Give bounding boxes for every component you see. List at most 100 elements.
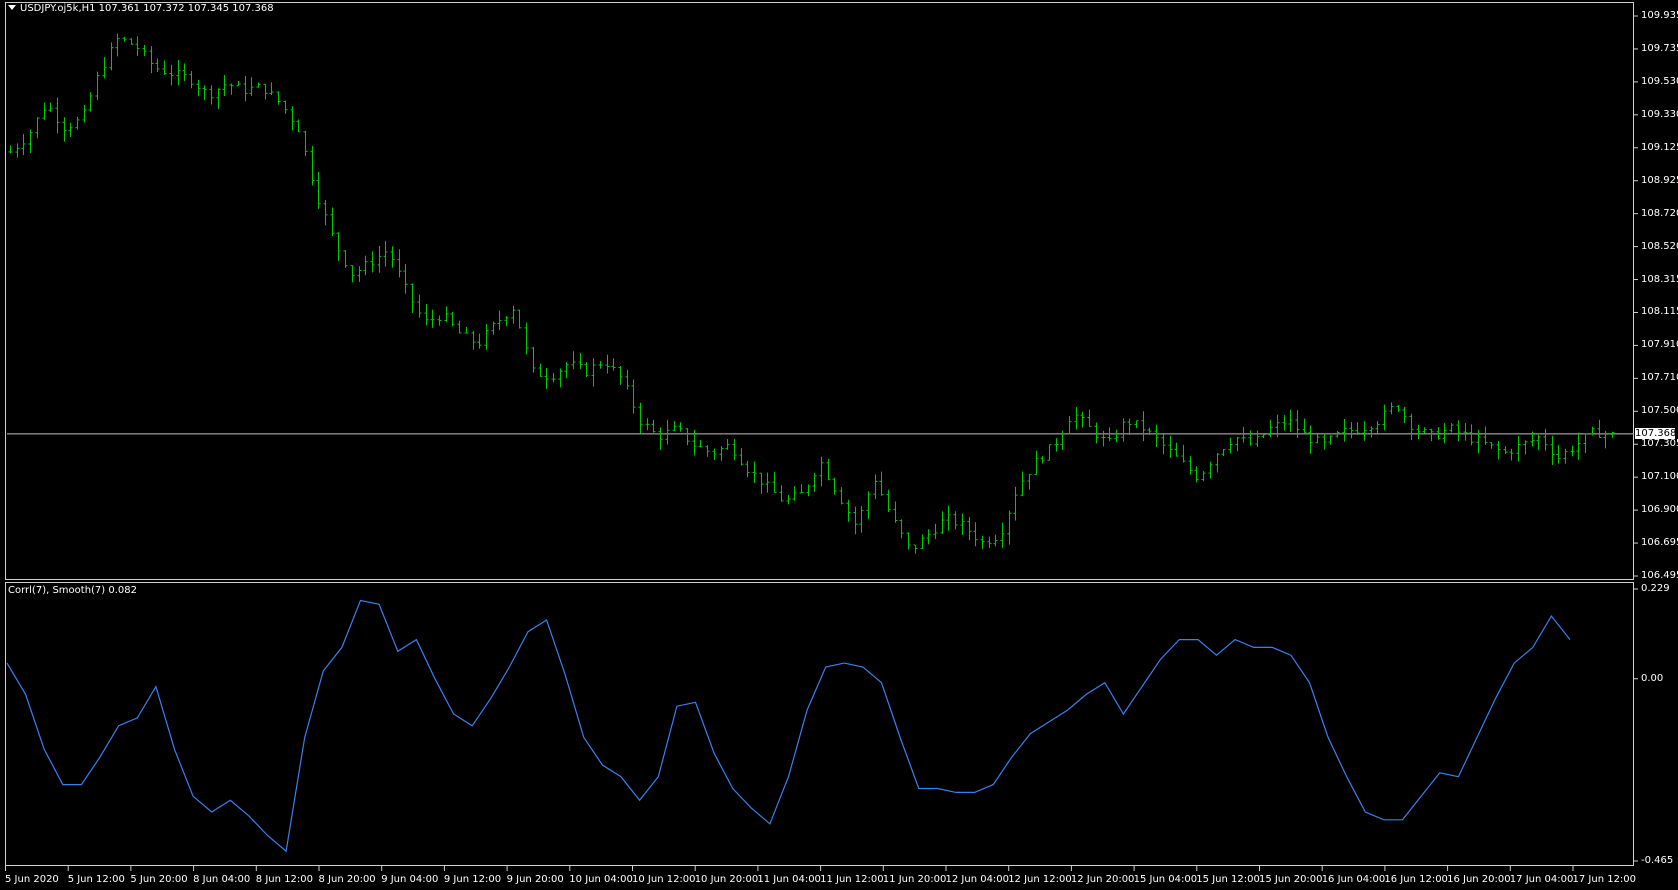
- ohlc-bar: [1543, 428, 1548, 451]
- indicator-line: [6, 599, 1571, 853]
- ohlc-bar: [1074, 407, 1079, 430]
- ohlc-bar: [457, 320, 462, 334]
- time-axis-label: 9 Jun 12:00: [443, 874, 502, 885]
- ohlc-bar: [42, 102, 47, 120]
- time-axis-label: 15 Jun 12:00: [1196, 874, 1260, 885]
- ohlc-bar: [21, 133, 26, 156]
- indicator-axis-label: 0.229: [1641, 583, 1670, 594]
- ohlc-bar: [1000, 522, 1005, 548]
- ohlc-bar: [1127, 418, 1132, 436]
- ohlc-bar: [1067, 416, 1072, 435]
- ohlc-bar: [122, 36, 127, 42]
- ohlc-bar: [1308, 425, 1313, 454]
- ohlc-bar: [752, 461, 757, 484]
- price-axis-label: 106.495: [1641, 570, 1678, 581]
- price-axis-label: 108.720: [1641, 207, 1678, 219]
- ohlc-bar: [1576, 432, 1581, 460]
- ohlc-bar: [779, 485, 784, 502]
- price-axis-label: 108.520: [1641, 240, 1678, 252]
- price-axis-label: 109.530: [1641, 75, 1678, 87]
- ohlc-bar: [484, 323, 489, 350]
- ohlc-bar: [1013, 486, 1018, 521]
- ohlc-bar: [1322, 433, 1327, 450]
- ohlc-bar: [155, 58, 160, 73]
- ohlc-bar: [1409, 413, 1414, 441]
- ohlc-bar: [1570, 445, 1575, 457]
- ohlc-bar: [1416, 424, 1421, 440]
- ohlc-bar: [1054, 438, 1059, 452]
- ohlc-bar: [993, 534, 998, 547]
- ohlc-bar: [873, 474, 878, 500]
- ohlc-bar: [1215, 452, 1220, 473]
- time-axis-label: 8 Jun 20:00: [318, 874, 376, 885]
- dropdown-triangle-icon[interactable]: [8, 5, 16, 10]
- time-axis-label: 8 Jun 04:00: [193, 874, 251, 885]
- ohlc-bar: [658, 427, 663, 450]
- ohlc-bar: [1235, 437, 1240, 452]
- ohlc-bar: [424, 304, 429, 326]
- ohlc-bar: [209, 85, 214, 105]
- ohlc-bar: [859, 506, 864, 533]
- ohlc-bar: [578, 352, 583, 370]
- price-axis-label: 108.925: [1641, 174, 1678, 186]
- ohlc-bar: [55, 97, 60, 134]
- ohlc-bar: [1020, 471, 1025, 497]
- ohlc-bar: [806, 484, 811, 497]
- ohlc-bar: [826, 458, 831, 481]
- ohlc-bar: [1228, 437, 1233, 454]
- ohlc-bar: [953, 511, 958, 530]
- ohlc-bar: [269, 82, 274, 96]
- time-axis-label: 10 Jun 12:00: [632, 874, 696, 885]
- ohlc-bar: [1261, 434, 1266, 439]
- ohlc-bar: [786, 494, 791, 505]
- ohlc-bar: [196, 79, 201, 97]
- ohlc-bar: [651, 419, 656, 433]
- ohlc-bar: [739, 448, 744, 466]
- ohlc-bar: [464, 327, 469, 334]
- ohlc-bar: [142, 44, 147, 57]
- ohlc-bar: [15, 143, 20, 158]
- ohlc-bar: [1221, 448, 1226, 457]
- ohlc-bar: [698, 440, 703, 448]
- ohlc-bar: [1550, 435, 1555, 465]
- ohlc-bar: [1556, 445, 1561, 464]
- ohlc-bar: [222, 74, 227, 97]
- indicator-axis-label: 0.00: [1641, 672, 1664, 684]
- ohlc-bar: [1496, 441, 1501, 460]
- chart-window[interactable]: USDJPY.oj5k,H1 107.361 107.372 107.345 1…: [0, 0, 1678, 890]
- ohlc-bar: [109, 42, 114, 71]
- ohlc-bar: [1087, 409, 1092, 427]
- ohlc-bar: [940, 511, 945, 534]
- ohlc-bar: [88, 92, 93, 112]
- ohlc-bar: [745, 460, 750, 478]
- ohlc-bar: [256, 82, 261, 88]
- ohlc-bar: [564, 362, 569, 379]
- symbol-info-label[interactable]: USDJPY.oj5k,H1 107.361 107.372 107.345 1…: [8, 3, 274, 15]
- ohlc-bar: [1503, 446, 1508, 454]
- ohlc-bar: [1134, 420, 1139, 429]
- ohlc-bar: [1442, 423, 1447, 444]
- ohlc-bar: [162, 60, 167, 76]
- ohlc-bar: [35, 117, 40, 139]
- ohlc-bar: [1181, 444, 1186, 463]
- time-axis-label: 5 Jun 12:00: [67, 874, 125, 885]
- time-axis-label: 12 Jun 12:00: [1008, 874, 1072, 885]
- indicator-info-label: Corrl(7), Smooth(7) 0.082: [8, 585, 138, 596]
- ohlc-bar: [189, 71, 194, 89]
- ohlc-bar: [336, 232, 341, 261]
- ohlc-bar: [1121, 418, 1126, 442]
- ohlc-bar: [886, 489, 891, 512]
- ohlc-bar: [611, 358, 616, 371]
- ohlc-bar: [330, 207, 335, 237]
- ohlc-bar: [343, 250, 348, 268]
- ohlc-bar: [1080, 411, 1085, 428]
- ohlc-bar: [980, 535, 985, 549]
- indicator-axis-label: -0.465: [1641, 855, 1674, 866]
- ohlc-bar: [383, 240, 388, 267]
- ohlc-bar: [544, 368, 549, 389]
- ohlc-bar: [517, 309, 522, 329]
- ohlc-bar: [705, 444, 710, 457]
- ohlc-bar: [1302, 418, 1307, 434]
- ohlc-bar: [1469, 424, 1474, 446]
- ohlc-bar: [1201, 471, 1206, 482]
